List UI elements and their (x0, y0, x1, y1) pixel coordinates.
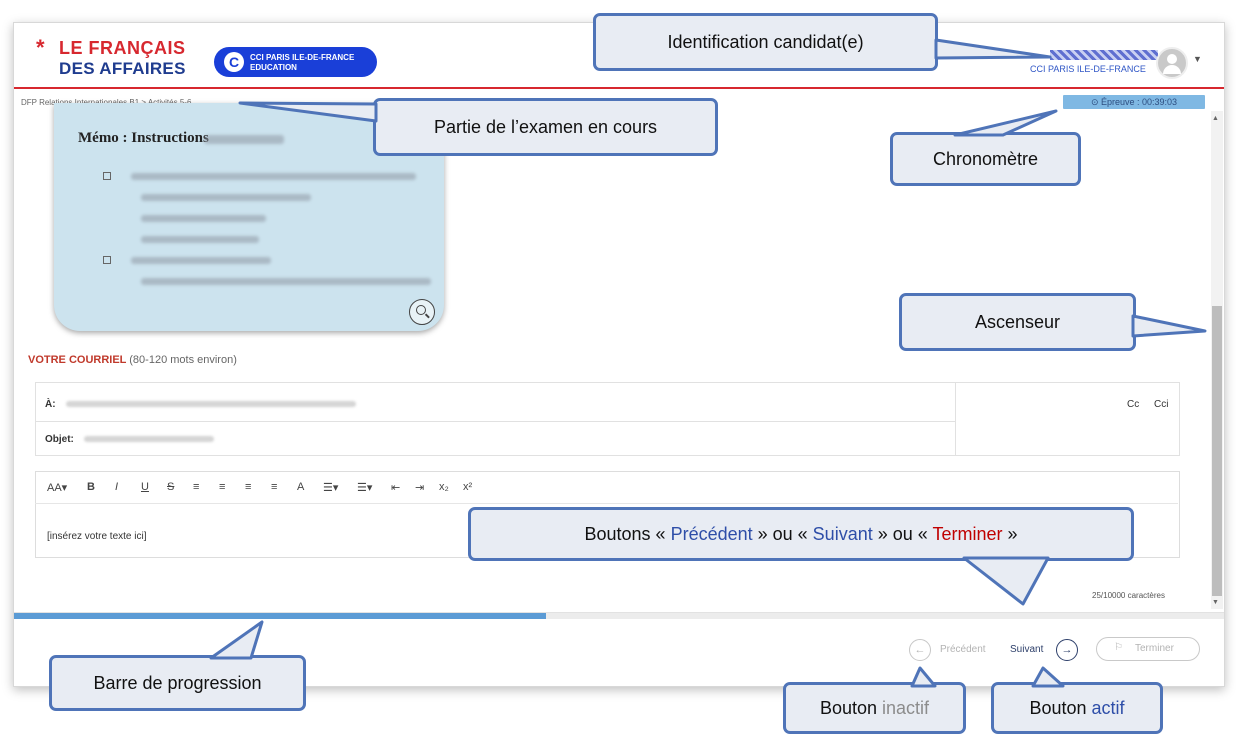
callout-buttons-prev: Précédent (670, 524, 753, 544)
callout-progress-text: Barre de progression (93, 673, 262, 693)
callout-active-prefix: Bouton (1029, 698, 1092, 718)
callout-buttons-end: Terminer (932, 524, 1003, 544)
callout-inactive-prefix: Bouton (819, 698, 883, 718)
tail-inactive (910, 666, 937, 688)
callout-active-word: actif (1091, 698, 1125, 718)
callout-buttons-suffix: » (1002, 524, 1018, 544)
callout-exam-part-text: Partie de l’examen en cours (433, 117, 658, 137)
callout-buttons-mid2: » ou « (872, 524, 933, 544)
callout-tails (209, 38, 1207, 688)
tail-exam-part (238, 101, 378, 123)
callout-chrono-text: Chronomètre (932, 149, 1039, 169)
callout-identification-text: Identification candidat(e) (667, 32, 864, 52)
tail-identification (934, 38, 1052, 60)
tail-chrono (953, 109, 1058, 137)
tail-active (1031, 666, 1065, 688)
callout-buttons-prefix: Boutons « (584, 524, 671, 544)
callout-ascenseur-text: Ascenseur (974, 312, 1061, 332)
callout-buttons-mid1: » ou « (752, 524, 813, 544)
tail-buttons (962, 556, 1050, 606)
tail-progress (209, 620, 264, 660)
tail-ascenseur (1131, 314, 1207, 338)
callout-buttons-next: Suivant (812, 524, 873, 544)
callout-inactive-word: inactif (882, 698, 930, 718)
